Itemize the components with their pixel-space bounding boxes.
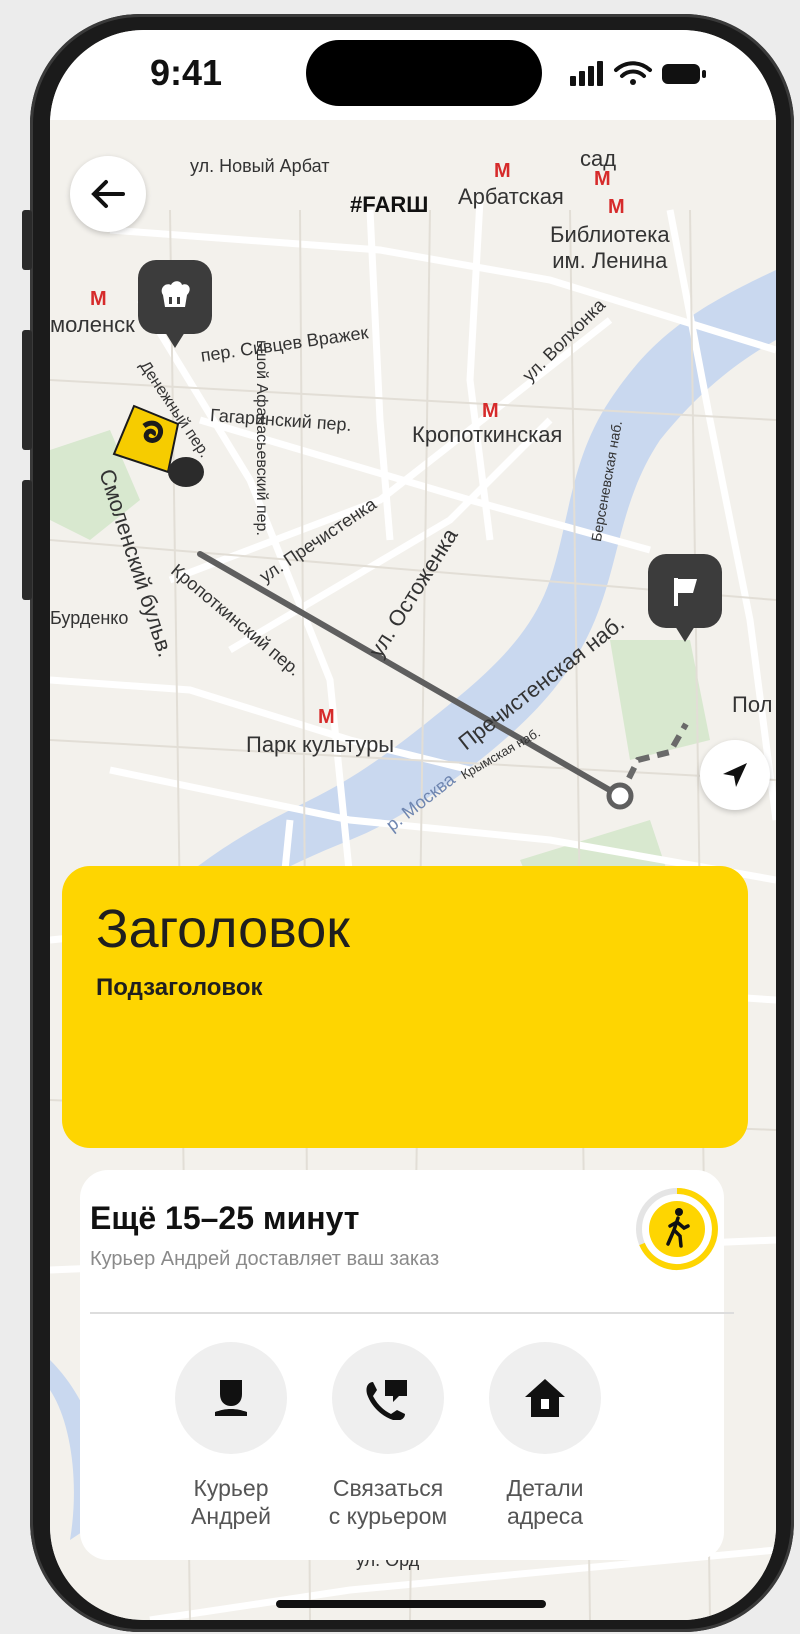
courier-bag-icon [112,404,204,487]
battery-icon [662,64,706,84]
flag-icon [674,578,697,606]
address-details-circle[interactable] [489,1342,601,1454]
metro-icon: M [90,288,107,310]
phone-icon [366,1380,407,1420]
banner-subtitle: Подзаголовок [96,974,263,1001]
restaurant-pin[interactable] [138,260,212,348]
promo-banner[interactable]: Заголовок Подзаголовок [62,866,748,1148]
delivery-card: Ещё 15–25 минут Курьер Андрей доставляет… [80,1170,734,1560]
arrow-left-icon [91,180,125,208]
metro-label-arbatskaya: Арбатская [458,184,564,209]
metro-icon: M [608,196,625,218]
eta-subtitle: Курьер Андрей доставляет ваш заказ [90,1248,440,1270]
address-details-label: Детали адреса [506,1475,584,1529]
courier-marker[interactable] [106,400,206,490]
courier-icon [215,1380,247,1416]
metro-label-smolenskaya: моленск [50,312,135,337]
courier-action[interactable]: Курьер Андрей [156,1342,306,1530]
house-icon [525,1379,565,1417]
chef-hat-icon [161,281,190,307]
destination-pin[interactable] [648,554,722,642]
my-location-button[interactable] [700,740,770,810]
card-divider [90,1312,734,1314]
restaurant-label: #FARШ [350,192,429,217]
metro-icon: M [482,400,499,422]
mute-switch [22,210,32,270]
metro-label-library: Библиотека им. Ленина [550,222,670,273]
status-bar: 9:41 [50,30,776,120]
street-label: ьшой Афанасьевский пер. [253,340,270,536]
volume-down-button [22,480,32,600]
wifi-icon [614,61,652,85]
phone-screen: ул. Новый Арбат #FARШ Арбатская сад Библ… [50,30,776,1620]
metro-icon: M [318,706,335,728]
street-label: Пол [732,692,773,717]
metro-icon: M [594,168,611,190]
back-button[interactable] [70,156,146,232]
metro-icon: M [494,160,511,182]
signal-icon [570,61,603,86]
metro-label-kropotkinskaya: Кропоткинская [412,422,563,447]
home-indicator[interactable] [276,1600,546,1608]
courier-action-label: Курьер Андрей [191,1475,271,1529]
contact-courier-circle[interactable] [332,1342,444,1454]
volume-up-button [22,330,32,450]
metro-label-park-kultury: Парк культуры [246,732,395,757]
courier-action-circle[interactable] [175,1342,287,1454]
dynamic-island [306,40,542,106]
street-label: Бурденко [50,608,129,628]
delivery-status-ring [636,1188,718,1270]
navigation-arrow-icon [723,763,747,787]
address-details-action[interactable]: Детали адреса [470,1342,620,1530]
status-time: 9:41 [150,52,223,93]
contact-courier-action[interactable]: Связаться с курьером [313,1342,463,1530]
street-label: ул. Новый Арбат [190,156,330,176]
contact-courier-label: Связаться с курьером [328,1475,448,1529]
eta-title: Ещё 15–25 минут [90,1200,360,1236]
status-icons [570,61,706,86]
banner-title: Заголовок [96,899,350,959]
